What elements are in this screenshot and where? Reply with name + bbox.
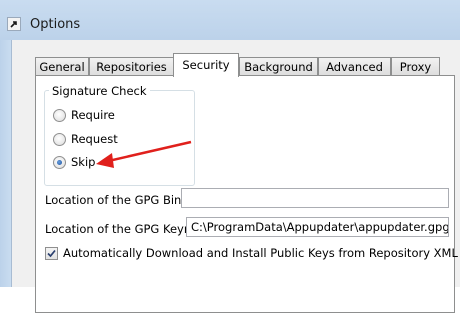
radio-selected-dot [57, 160, 62, 165]
tab-proxy[interactable]: Proxy [391, 57, 440, 76]
tab-advanced[interactable]: Advanced [318, 57, 391, 76]
window-title: Options [30, 17, 81, 32]
auto-download-keys-checkbox[interactable] [45, 247, 58, 260]
radio-require-label: Require [71, 108, 115, 122]
tab-background[interactable]: Background [239, 57, 318, 76]
checkmark-icon [47, 249, 56, 258]
gpg-keyring-input[interactable]: C:\ProgramData\Appupdater\appupdater.gpg [186, 217, 449, 237]
security-tab-panel: Signature Check Require Request Skip Loc… [35, 75, 460, 313]
auto-download-keys-label: Automatically Download and Install Publi… [63, 246, 460, 260]
title-bar: Options [0, 0, 460, 41]
gpg-binary-label: Location of the GPG Binary: [45, 193, 203, 207]
signature-check-group [44, 90, 195, 186]
radio-skip-label: Skip [71, 155, 96, 169]
radio-button-selected[interactable] [53, 156, 66, 169]
radio-button[interactable] [53, 133, 66, 146]
signature-check-title: Signature Check [49, 84, 150, 98]
tab-general[interactable]: General [35, 57, 89, 76]
shortcut-arrow-icon [7, 17, 21, 31]
window-frame-left [0, 40, 12, 287]
radio-button[interactable] [53, 109, 66, 122]
gpg-binary-input[interactable] [181, 188, 449, 208]
radio-request-label: Request [71, 132, 118, 146]
tab-repositories[interactable]: Repositories [89, 57, 174, 76]
tab-security[interactable]: Security [173, 53, 239, 77]
